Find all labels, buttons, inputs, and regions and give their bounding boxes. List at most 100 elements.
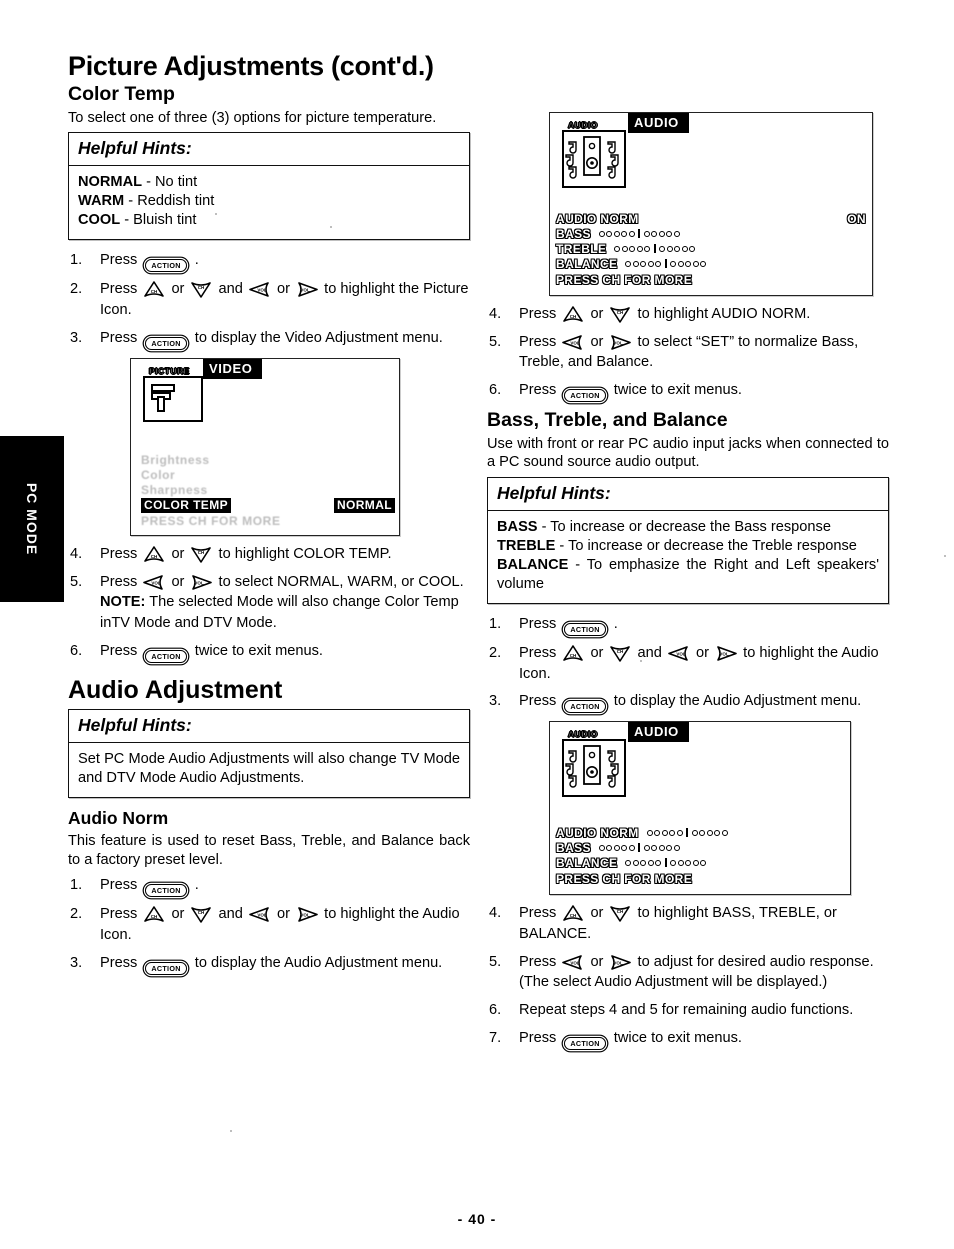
volume-down-key-icon[interactable]: VOL [249, 906, 271, 923]
action-key-icon[interactable]: ACTION [145, 649, 187, 663]
audio-icon-tag: AUDIO [568, 120, 598, 131]
osd-row-bass[interactable]: BASS [556, 226, 866, 241]
step-pre: Press [100, 281, 138, 298]
volume-up-key-icon[interactable]: VOL [715, 645, 737, 662]
svg-text:CH: CH [570, 913, 577, 918]
volume-up-key-icon[interactable]: VOL [296, 281, 318, 298]
helpful-hints-bass-treble-balance: Helpful Hints: BASS - To increase or dec… [487, 476, 889, 604]
step-text: Press ACTION to display the Audio Adjust… [100, 955, 442, 975]
audio-icon-tag: AUDIO [568, 729, 598, 740]
volume-down-key-icon[interactable]: VOL [249, 281, 271, 298]
channel-down-key-icon[interactable]: CH [190, 906, 212, 924]
note-label: NOTE: [100, 594, 146, 611]
pc-mode-tab-label: PC MODE [24, 482, 40, 556]
step-post: twice to exit menus. [613, 1029, 742, 1046]
bass-slider[interactable] [598, 229, 680, 238]
channel-up-key-icon[interactable]: CH [562, 645, 584, 662]
osd-row-audio-norm[interactable]: AUDIO NORM ON [556, 211, 866, 226]
hint-term-normal: NORMAL [78, 174, 143, 191]
step-number: 6. [489, 1002, 502, 1019]
balance-slider[interactable] [625, 259, 707, 268]
step-item: 3. Press ACTION to display the Video Adj… [68, 328, 470, 350]
step-pre: Press [519, 693, 557, 710]
step-number: 2. [70, 906, 83, 923]
osd-row-faded: Sharpness [141, 483, 395, 498]
volume-down-key-icon[interactable]: VOL [562, 334, 584, 351]
channel-up-key-icon[interactable]: CH [562, 905, 584, 922]
treble-slider[interactable] [614, 244, 696, 253]
audio-osd-rows-top: AUDIO NORM ON BASS TREBLE BALANCE PRESS … [556, 211, 866, 287]
osd-row-balance[interactable]: BALANCE [556, 855, 844, 870]
hints-body: NORMAL - No tint WARM - Reddish tint COO… [69, 166, 469, 239]
channel-down-key-icon[interactable]: CH [190, 546, 212, 563]
balance-slider[interactable] [625, 858, 707, 868]
channel-down-key-icon[interactable]: CH [609, 306, 631, 323]
svg-text:VOL: VOL [300, 913, 310, 918]
helpful-hints-audio-adjustment: Helpful Hints: Set PC Mode Audio Adjustm… [68, 709, 470, 799]
osd-faded-label-3: Sharpness [141, 483, 208, 498]
audio-speaker-icon [562, 739, 626, 798]
left-column: Picture Adjustments (cont'd.) Color Temp… [68, 0, 470, 983]
volume-down-key-icon[interactable]: VOL [668, 645, 690, 662]
video-osd-screenshot: PICTURE VIDEO Brightness Color Sharpness… [130, 357, 400, 536]
step-post: to highlight AUDIO NORM. [637, 306, 811, 322]
svg-text:CH: CH [617, 649, 624, 654]
bass-slider[interactable] [598, 843, 680, 853]
scan-speck [944, 555, 946, 557]
volume-up-key-icon[interactable]: VOL [609, 954, 632, 971]
step-text: Press ACTION twice to exit menus. [519, 382, 742, 403]
hint-term-bass: BASS [497, 518, 538, 535]
step-number: 5. [489, 953, 502, 970]
osd-row-bass[interactable]: BASS [556, 840, 844, 855]
volume-down-key-icon[interactable]: VOL [143, 574, 165, 591]
osd-row-audio-norm[interactable]: AUDIO NORM [556, 825, 844, 840]
osd-row-balance[interactable]: BALANCE [556, 256, 866, 271]
step-pre: Press [519, 953, 557, 970]
channel-down-key-icon[interactable]: CH [609, 645, 631, 662]
osd-row-color-temp[interactable]: COLOR TEMP NORMAL [141, 497, 395, 513]
channel-up-key-icon[interactable]: CH [143, 545, 165, 563]
svg-text:VOL: VOL [571, 960, 581, 965]
audio-norm-slider[interactable] [646, 828, 728, 838]
osd-faded-label-2: Color [141, 468, 176, 483]
channel-down-key-icon[interactable]: CH [609, 905, 631, 923]
action-key-icon[interactable]: ACTION [564, 700, 606, 714]
hints-body: BASS - To increase or decrease the Bass … [488, 511, 888, 603]
osd-row-treble[interactable]: TREBLE [556, 241, 866, 256]
action-key-icon[interactable]: ACTION [564, 622, 606, 636]
step-item: 1. Press ACTION . [487, 614, 889, 636]
action-key-icon[interactable]: ACTION [145, 336, 187, 350]
color-temp-intro: To select one of three (3) options for p… [68, 109, 437, 126]
hints-header: Helpful Hints: [488, 478, 888, 511]
svg-text:CH: CH [570, 653, 577, 658]
volume-up-key-icon[interactable]: VOL [190, 574, 213, 591]
channel-up-key-icon[interactable]: CH [562, 306, 584, 323]
action-key-icon[interactable]: ACTION [564, 389, 606, 403]
osd-press-more-label: PRESS CH FOR MORE [556, 272, 693, 287]
action-key-icon[interactable]: ACTION [145, 961, 187, 975]
step-text: Press CH or CH to highlight COLOR TEMP. [100, 545, 392, 563]
svg-text:VOL: VOL [614, 340, 624, 345]
channel-down-key-icon[interactable]: CH [190, 281, 212, 299]
step-mid2: and [218, 906, 243, 923]
action-key-icon[interactable]: ACTION [145, 884, 187, 898]
volume-down-key-icon[interactable]: VOL [562, 954, 584, 971]
step-text: Press CH or CH to highlight AUDIO NORM. [519, 306, 811, 323]
step-text: Press ACTION twice to exit menus. [100, 643, 323, 663]
channel-up-key-icon[interactable]: CH [143, 281, 165, 298]
volume-up-key-icon[interactable]: VOL [609, 334, 632, 351]
audio-adjustment-heading: Audio Adjustment [68, 675, 283, 704]
bass-treble-balance-intro: Use with front or rear PC audio input ja… [487, 435, 889, 471]
hint-line-normal: NORMAL - No tint [78, 173, 460, 192]
action-key-icon[interactable]: ACTION [145, 259, 187, 273]
step-mid1: or [590, 333, 604, 350]
step-mid1: or [590, 644, 604, 661]
volume-up-key-icon[interactable]: VOL [296, 906, 318, 923]
action-key-icon[interactable]: ACTION [564, 1036, 606, 1050]
step-post: . [194, 252, 199, 269]
channel-up-key-icon[interactable]: CH [143, 906, 165, 923]
hint-audio-adjustment-body: Set PC Mode Audio Adjustments will also … [78, 751, 460, 787]
step-mid1: or [171, 545, 185, 562]
osd-balance-label: BALANCE [556, 256, 618, 271]
color-temp-steps-4-6: 4. Press CH or CH to highlight COLOR TEM… [68, 544, 470, 663]
